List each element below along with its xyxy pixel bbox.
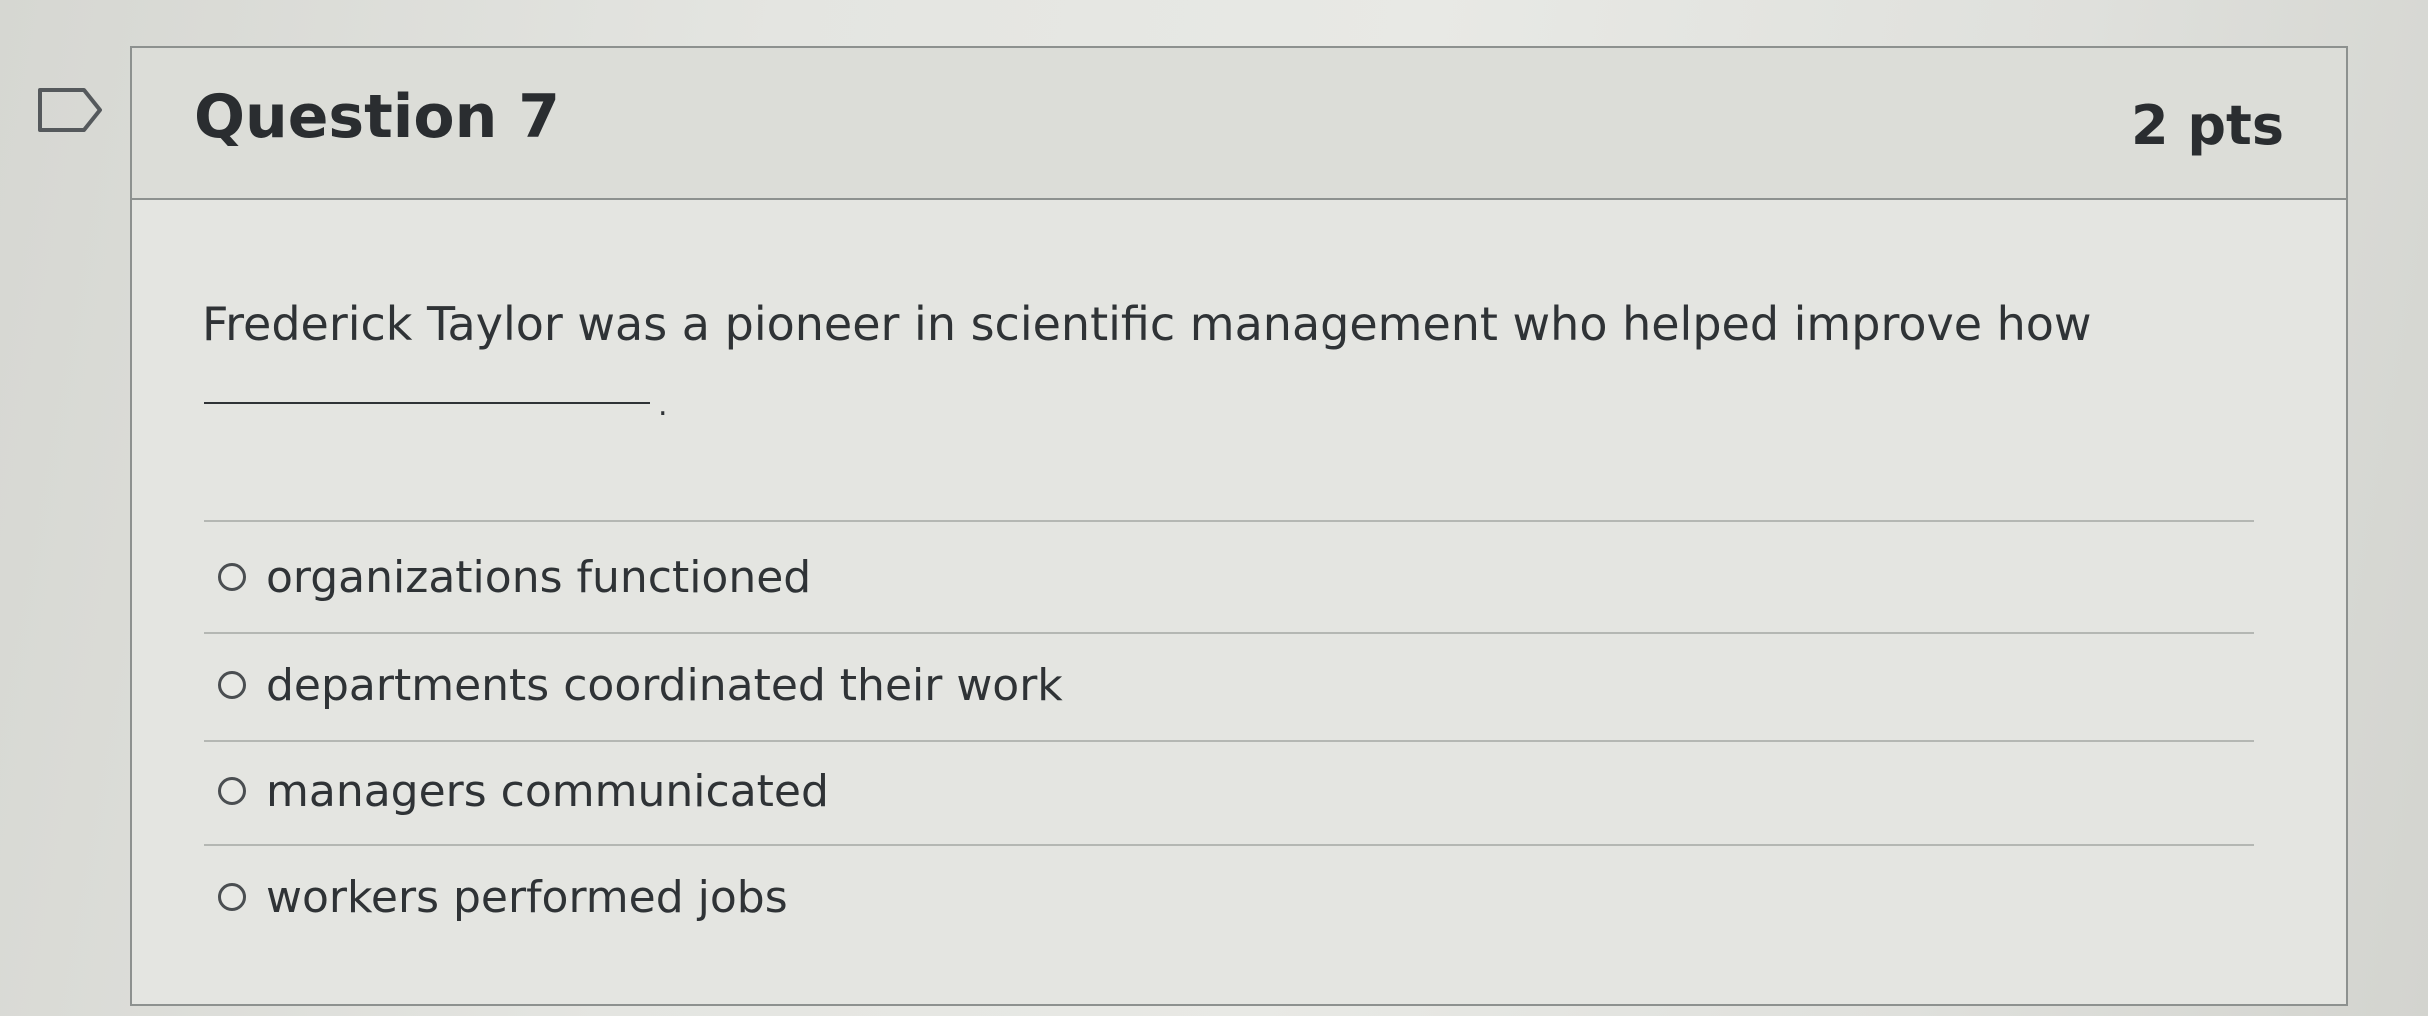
answer-divider bbox=[204, 632, 2254, 634]
radio-button-icon[interactable] bbox=[218, 671, 246, 699]
question-header: Question 7 2 pts bbox=[132, 48, 2346, 200]
answer-label: workers performed jobs bbox=[266, 871, 788, 923]
answer-divider bbox=[204, 740, 2254, 742]
answer-option-organizations-functioned[interactable]: organizations functioned bbox=[218, 532, 2218, 622]
question-points: 2 pts bbox=[2131, 94, 2284, 157]
radio-button-icon[interactable] bbox=[218, 777, 246, 805]
answer-divider bbox=[204, 520, 2254, 522]
flag-outline-icon bbox=[38, 88, 102, 132]
answer-divider bbox=[204, 844, 2254, 846]
answer-label: organizations functioned bbox=[266, 551, 812, 603]
answer-label: managers communicated bbox=[266, 765, 829, 817]
radio-button-icon[interactable] bbox=[218, 563, 246, 591]
answer-option-workers-performed-jobs[interactable]: workers performed jobs bbox=[218, 852, 2218, 942]
fill-in-blank-line bbox=[204, 402, 650, 404]
answer-label: departments coordinated their work bbox=[266, 659, 1063, 711]
flag-question-icon[interactable] bbox=[36, 86, 104, 134]
blank-period: . bbox=[658, 388, 668, 423]
radio-button-icon[interactable] bbox=[218, 883, 246, 911]
answer-option-managers-communicated[interactable]: managers communicated bbox=[218, 746, 2218, 836]
question-title: Question 7 bbox=[194, 82, 560, 152]
answer-option-departments-coordinated[interactable]: departments coordinated their work bbox=[218, 640, 2218, 730]
question-card: Question 7 2 pts Frederick Taylor was a … bbox=[130, 46, 2348, 1006]
question-text: Frederick Taylor was a pioneer in scient… bbox=[202, 297, 2092, 351]
